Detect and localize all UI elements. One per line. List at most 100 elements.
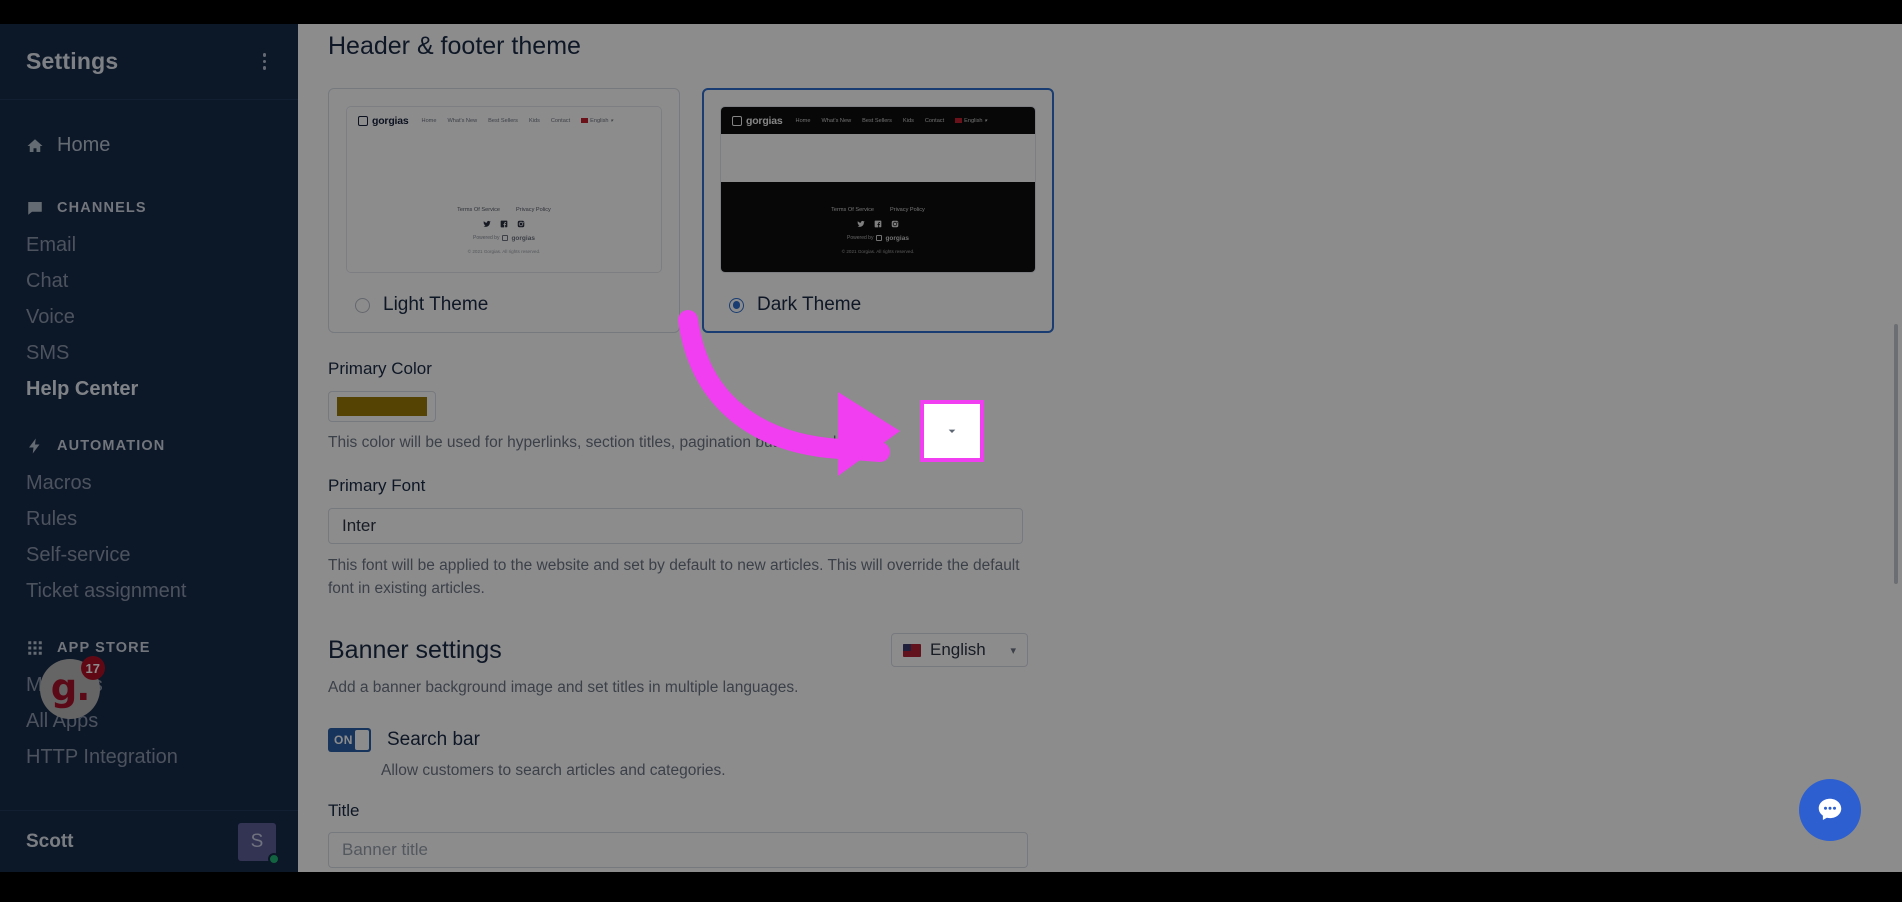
gorgias-launcher-button[interactable]: g. 17 (40, 656, 105, 719)
sidebar-title: Settings (26, 48, 119, 74)
home-icon (26, 137, 44, 155)
vertical-scrollbar[interactable] (1894, 324, 1898, 584)
sidebar-section-channels: CHANNELS (0, 169, 298, 227)
settings-form: Header & footer theme gorgias Home What'… (298, 24, 1902, 869)
chat-dots-icon (1818, 798, 1842, 820)
sidebar-item-http-integration[interactable]: HTTP Integration (0, 739, 298, 775)
online-status-dot (268, 852, 280, 865)
theme-preview-dark: gorgias Home What's New Best Sellers Kid… (720, 106, 1036, 273)
sidebar-item-home[interactable]: Home (0, 122, 298, 169)
sidebar-item-label: Home (57, 134, 111, 156)
preview-nav: gorgias Home What's New Best Sellers Kid… (721, 107, 1035, 134)
banner-settings-header: Banner settings English ▾ (328, 633, 1028, 668)
avatar[interactable]: S (238, 822, 280, 865)
gorgias-square-icon (358, 115, 368, 126)
banner-language-select[interactable]: English ▾ (891, 633, 1028, 668)
primary-font-dropdown-button[interactable] (920, 400, 984, 462)
sidebar-section-label: APP STORE (57, 640, 151, 656)
sidebar-item-voice[interactable]: Voice (0, 299, 298, 335)
toggle-knob (355, 729, 369, 750)
primary-font-row (328, 508, 1023, 545)
preview-copyright: © 2021 Gorgias. All rights reserved. (841, 248, 915, 254)
preview-nav-item: Contact (924, 117, 945, 124)
primary-font-group: Primary Font This font will be applied t… (328, 476, 1902, 600)
theme-label-text: Light Theme (383, 294, 489, 315)
preview-body (347, 134, 661, 182)
twitter-icon (857, 220, 865, 227)
sidebar-item-macros[interactable]: Macros (0, 465, 298, 501)
preview-nav-item: What's New (821, 117, 852, 124)
toggle-state-label: ON (334, 732, 353, 747)
preview-nav-items: Home What's New Best Sellers Kids Contac… (796, 118, 988, 124)
powered-by-label: Powered by (473, 235, 500, 241)
sidebar-item-chat[interactable]: Chat (0, 263, 298, 299)
lightning-bolt-icon (26, 437, 44, 455)
radio-button[interactable] (729, 297, 744, 313)
search-bar-toggle[interactable]: ON (328, 727, 371, 752)
preview-nav-item: Best Sellers (488, 117, 518, 124)
primary-font-helper: This font will be applied to the website… (328, 557, 1020, 597)
avatar-initial: S (250, 830, 264, 852)
color-swatch (337, 397, 427, 416)
gorgias-square-icon (502, 235, 509, 241)
sidebar-item-email[interactable]: Email (0, 227, 298, 263)
preview-body (721, 134, 1035, 182)
app-root: Settings Home CHANNELS Email Chat Voice … (0, 0, 1902, 902)
sidebar-header: Settings (0, 24, 298, 100)
facebook-icon (874, 220, 882, 227)
theme-options: gorgias Home What's New Best Sellers Kid… (328, 88, 1902, 333)
preview-footer-link: Terms Of Service (457, 206, 501, 213)
preview-brand-name: gorgias (372, 114, 409, 127)
sidebar-item-rules[interactable]: Rules (0, 501, 298, 537)
banner-title-input[interactable] (328, 832, 1028, 869)
sidebar-user-row[interactable]: Scott S (0, 810, 298, 872)
theme-card-dark[interactable]: gorgias Home What's New Best Sellers Kid… (702, 88, 1054, 333)
preview-nav-item: What's New (447, 117, 478, 124)
primary-color-picker[interactable] (328, 391, 436, 422)
sidebar-section-label: AUTOMATION (57, 438, 166, 454)
banner-settings-description: Add a banner background image and set ti… (328, 679, 799, 697)
settings-sidebar: Settings Home CHANNELS Email Chat Voice … (0, 24, 298, 872)
preview-footer-link: Privacy Policy (516, 206, 551, 213)
banner-title-label: Title (328, 801, 360, 821)
theme-preview-light: gorgias Home What's New Best Sellers Kid… (346, 106, 662, 273)
theme-radio-dark[interactable]: Dark Theme (720, 294, 1036, 316)
sidebar-item-sms[interactable]: SMS (0, 335, 298, 371)
preview-language-selector: English ▾ (955, 118, 987, 124)
preview-nav-item: Best Sellers (862, 117, 892, 124)
chat-widget-button[interactable] (1799, 779, 1861, 841)
kebab-menu-icon[interactable] (257, 49, 273, 74)
preview-footer: Terms Of Service Privacy Policy Powered … (347, 182, 661, 272)
theme-label-text: Dark Theme (757, 294, 862, 315)
letterbox-bottom (0, 872, 1902, 902)
banner-settings-group: Banner settings English ▾ Add a banner b… (328, 633, 1902, 869)
sidebar-item-ticket-assignment[interactable]: Ticket assignment (0, 573, 298, 609)
chevron-down-icon: ▾ (984, 117, 988, 124)
letterbox-top (0, 0, 1902, 24)
preview-nav-item: Kids (528, 117, 540, 124)
search-bar-label: Search bar (387, 728, 480, 750)
twitter-icon (483, 220, 491, 227)
preview-nav-item: Kids (902, 117, 914, 124)
sidebar-item-help-center[interactable]: Help Center (0, 371, 298, 407)
notification-badge: 17 (80, 656, 105, 680)
theme-card-light[interactable]: gorgias Home What's New Best Sellers Kid… (328, 88, 680, 333)
radio-button[interactable] (355, 297, 370, 313)
sidebar-item-all-apps[interactable]: All Apps (0, 703, 298, 739)
sidebar-section-automation: AUTOMATION (0, 407, 298, 465)
chat-bubble-icon (26, 199, 44, 217)
chevron-down-icon: ▾ (1010, 644, 1016, 657)
preview-nav-item: Home (421, 117, 437, 124)
preview-footer-link: Terms Of Service (831, 206, 875, 213)
preview-copyright: © 2021 Gorgias. All rights reserved. (467, 248, 541, 254)
preview-language-label: English (964, 117, 983, 124)
sidebar-item-self-service[interactable]: Self-service (0, 537, 298, 573)
primary-font-input[interactable] (328, 508, 1023, 545)
sidebar-section-app-store: APP STORE (0, 609, 298, 667)
us-flag-icon (955, 118, 963, 123)
instagram-icon (891, 220, 899, 227)
preview-powered-by: Powered by gorgias (847, 235, 909, 242)
preview-brand-logo: gorgias (358, 115, 409, 127)
theme-radio-light[interactable]: Light Theme (346, 294, 662, 316)
preview-language-label: English (590, 117, 609, 124)
